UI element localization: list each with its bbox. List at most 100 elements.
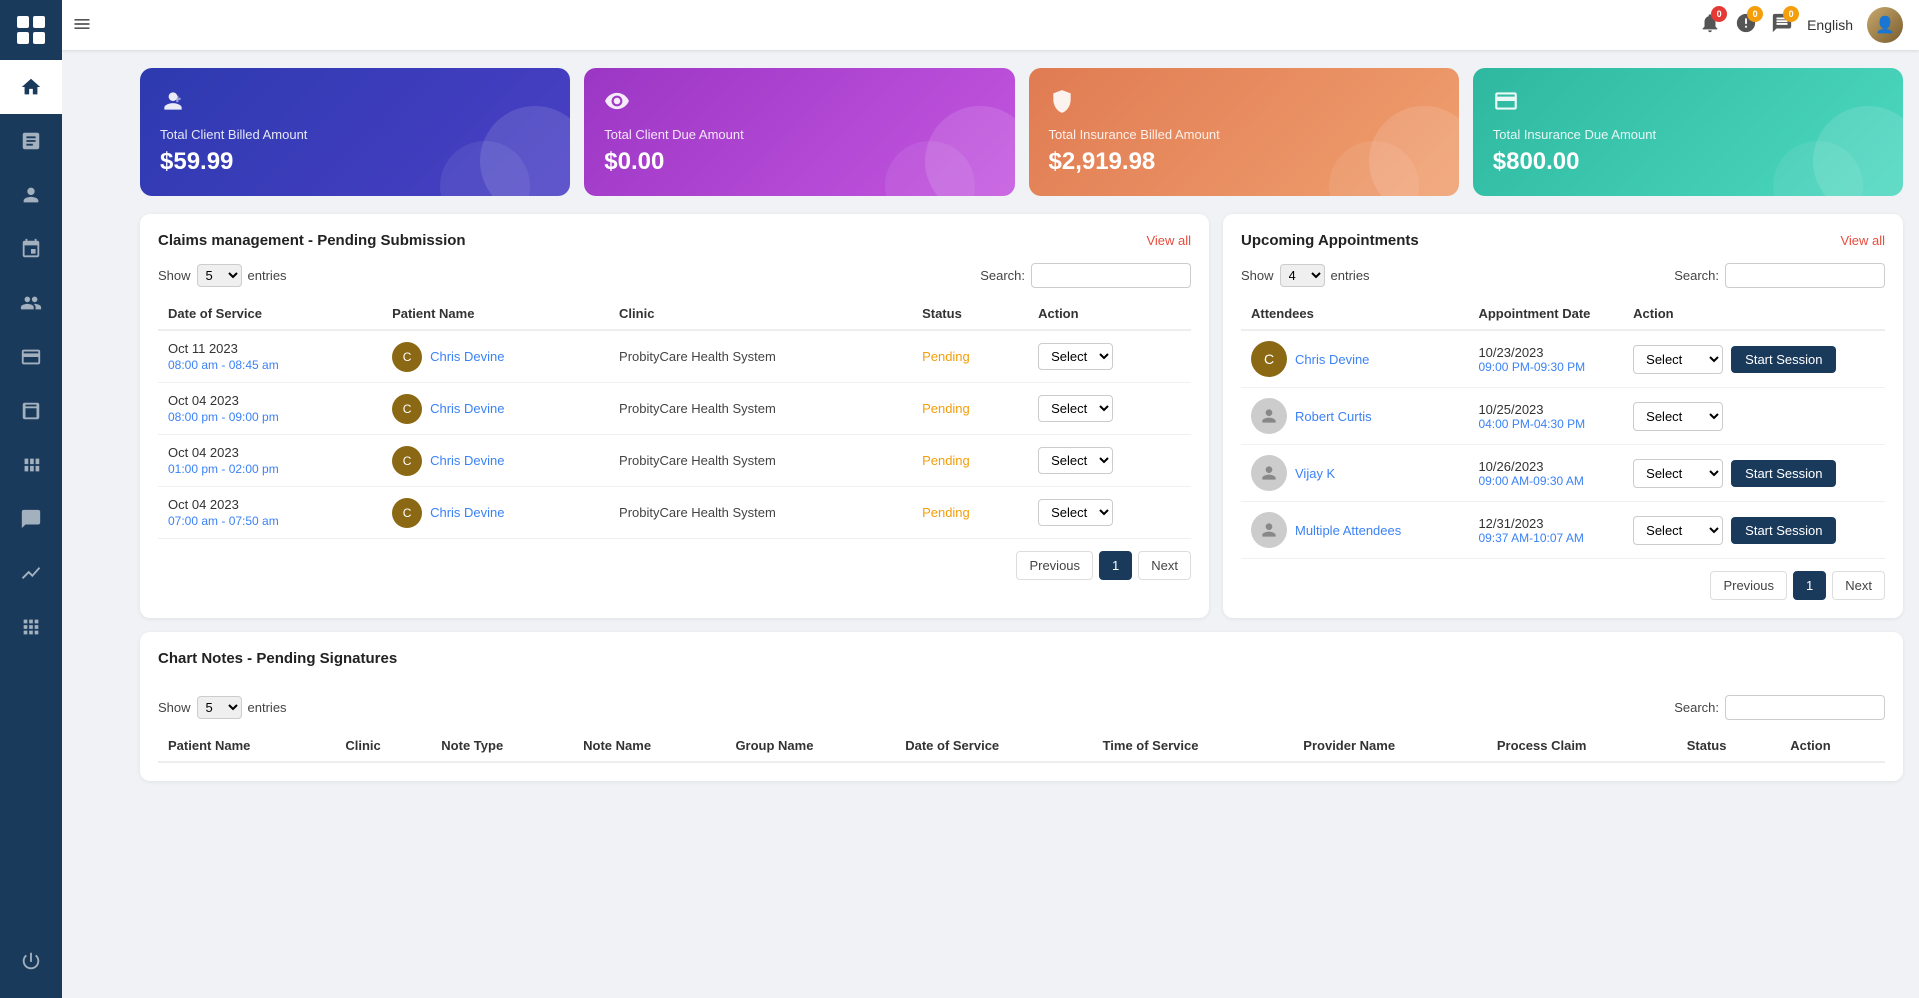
alerts-icon[interactable]: 0 <box>1735 12 1757 39</box>
appt-name-link[interactable]: Robert Curtis <box>1295 409 1425 424</box>
sidebar-item-calendar[interactable] <box>0 384 62 438</box>
patient-name-link[interactable]: Chris Devine <box>430 349 504 364</box>
claims-date-cell: Oct 04 2023 08:00 pm - 09:00 pm <box>158 383 382 435</box>
claims-table-controls: Show 51025 entries Search: <box>158 263 1191 288</box>
appointments-show-select[interactable]: 41025 <box>1280 264 1325 287</box>
sidebar <box>0 0 62 998</box>
appt-prev-btn[interactable]: Previous <box>1710 571 1787 600</box>
claims-row: Oct 11 2023 08:00 am - 08:45 am C Chris … <box>158 330 1191 383</box>
card-insurance-due: Total Insurance Due Amount $800.00 <box>1473 68 1903 196</box>
claims-show-select[interactable]: 51025 <box>197 264 242 287</box>
appt-select-dropdown[interactable]: Select <box>1633 402 1723 431</box>
claims-action-select[interactable]: Select <box>1038 343 1113 370</box>
client-billed-icon <box>160 88 550 119</box>
appt-attendee-cell: Robert Curtis <box>1241 388 1468 445</box>
chart-notes-col-7: Provider Name <box>1293 730 1487 762</box>
start-session-button[interactable]: Start Session <box>1731 517 1836 544</box>
sidebar-item-apps[interactable] <box>0 600 62 654</box>
card-3-title: Total Insurance Billed Amount <box>1049 127 1439 142</box>
sidebar-item-power[interactable] <box>0 934 62 988</box>
chart-notes-entries-label: entries <box>248 700 287 715</box>
appointments-search-input[interactable] <box>1725 263 1885 288</box>
appt-select-dropdown[interactable]: Select <box>1633 516 1723 545</box>
sidebar-item-schedule[interactable] <box>0 222 62 276</box>
appointments-view-all[interactable]: View all <box>1840 233 1885 248</box>
claims-patient-cell: C Chris Devine <box>382 383 609 435</box>
sidebar-logo[interactable] <box>0 0 62 60</box>
claims-pagination: Previous 1 Next <box>158 551 1191 580</box>
appointments-show-entries: Show 41025 entries <box>1241 264 1370 287</box>
sidebar-item-clients[interactable] <box>0 168 62 222</box>
notification-badge: 0 <box>1711 6 1727 22</box>
appt-next-btn[interactable]: Next <box>1832 571 1885 600</box>
claims-table: Date of Service Patient Name Clinic Stat… <box>158 298 1191 539</box>
patient-name-link[interactable]: Chris Devine <box>430 505 504 520</box>
appt-name-link[interactable]: Chris Devine <box>1295 352 1425 367</box>
claims-search-wrap: Search: <box>980 263 1191 288</box>
appt-action-cell: Select Start Session <box>1623 445 1885 502</box>
chart-notes-col-1: Clinic <box>335 730 431 762</box>
sidebar-item-home[interactable] <box>0 60 62 114</box>
appt-attendee-cell: Vijay K <box>1241 445 1468 502</box>
claims-status-cell: Pending <box>912 487 1028 539</box>
appt-date-cell: 10/23/2023 09:00 PM-09:30 PM <box>1468 330 1623 388</box>
claims-action-select[interactable]: Select <box>1038 499 1113 526</box>
sidebar-item-billing[interactable] <box>0 330 62 384</box>
chart-notes-panel: Chart Notes - Pending Signatures Show 51… <box>140 632 1903 781</box>
sidebar-item-records[interactable] <box>0 114 62 168</box>
avatar-image: 👤 <box>1867 7 1903 43</box>
appt-name-link[interactable]: Vijay K <box>1295 466 1425 481</box>
claims-action-select[interactable]: Select <box>1038 447 1113 474</box>
patient-name-link[interactable]: Chris Devine <box>430 453 504 468</box>
claims-prev-btn[interactable]: Previous <box>1016 551 1093 580</box>
claims-show-entries: Show 51025 entries <box>158 264 287 287</box>
claims-status-cell: Pending <box>912 383 1028 435</box>
appt-name-link[interactable]: Multiple Attendees <box>1295 523 1425 538</box>
chart-notes-col-8: Process Claim <box>1487 730 1677 762</box>
patient-name-link[interactable]: Chris Devine <box>430 401 504 416</box>
start-session-button[interactable]: Start Session <box>1731 346 1836 373</box>
appt-select-dropdown[interactable]: Select <box>1633 345 1723 374</box>
claims-view-all[interactable]: View all <box>1146 233 1191 248</box>
appointments-panel-header: Upcoming Appointments View all <box>1241 232 1885 249</box>
claims-action-cell: Select <box>1028 487 1191 539</box>
card-client-due: Total Client Due Amount $0.00 <box>584 68 1014 196</box>
start-session-button[interactable]: Start Session <box>1731 460 1836 487</box>
claims-search-input[interactable] <box>1031 263 1191 288</box>
claims-action-select[interactable]: Select <box>1038 395 1113 422</box>
insurance-due-icon <box>1493 88 1883 119</box>
card-2-title: Total Client Due Amount <box>604 127 994 142</box>
appointments-panel-title: Upcoming Appointments <box>1241 232 1419 249</box>
chart-notes-col-6: Time of Service <box>1093 730 1294 762</box>
appt-page-1-btn[interactable]: 1 <box>1793 571 1826 600</box>
hamburger-menu[interactable] <box>72 14 92 39</box>
claims-date-cell: Oct 04 2023 07:00 am - 07:50 am <box>158 487 382 539</box>
claims-page-1-btn[interactable]: 1 <box>1099 551 1132 580</box>
claims-action-cell: Select <box>1028 383 1191 435</box>
claims-next-btn[interactable]: Next <box>1138 551 1191 580</box>
card-1-title: Total Client Billed Amount <box>160 127 550 142</box>
topbar-right: 0 0 0 English 👤 <box>1699 7 1903 43</box>
summary-cards: Total Client Billed Amount $59.99 Total … <box>140 68 1903 196</box>
claims-date-cell: Oct 11 2023 08:00 am - 08:45 am <box>158 330 382 383</box>
notification-bell[interactable]: 0 <box>1699 12 1721 39</box>
user-avatar[interactable]: 👤 <box>1867 7 1903 43</box>
appt-select-dropdown[interactable]: Select <box>1633 459 1723 488</box>
chart-notes-search-input[interactable] <box>1725 695 1885 720</box>
chart-notes-show-select[interactable]: 51025 <box>197 696 242 719</box>
chart-notes-col-2: Note Type <box>431 730 573 762</box>
appt-avatar <box>1251 398 1287 434</box>
appointments-search-label: Search: <box>1674 268 1719 283</box>
language-selector[interactable]: English <box>1807 17 1853 33</box>
claims-clinic-cell: ProbityCare Health System <box>609 383 912 435</box>
chart-notes-header: Chart Notes - Pending Signatures <box>158 650 1885 681</box>
claims-clinic-cell: ProbityCare Health System <box>609 435 912 487</box>
messages-icon[interactable]: 0 <box>1771 12 1793 39</box>
sidebar-item-widgets[interactable] <box>0 438 62 492</box>
sidebar-item-analytics[interactable] <box>0 546 62 600</box>
card-4-title: Total Insurance Due Amount <box>1493 127 1883 142</box>
patient-avatar: C <box>392 498 422 528</box>
claims-clinic-cell: ProbityCare Health System <box>609 487 912 539</box>
sidebar-item-group[interactable] <box>0 276 62 330</box>
sidebar-item-broadcast[interactable] <box>0 492 62 546</box>
